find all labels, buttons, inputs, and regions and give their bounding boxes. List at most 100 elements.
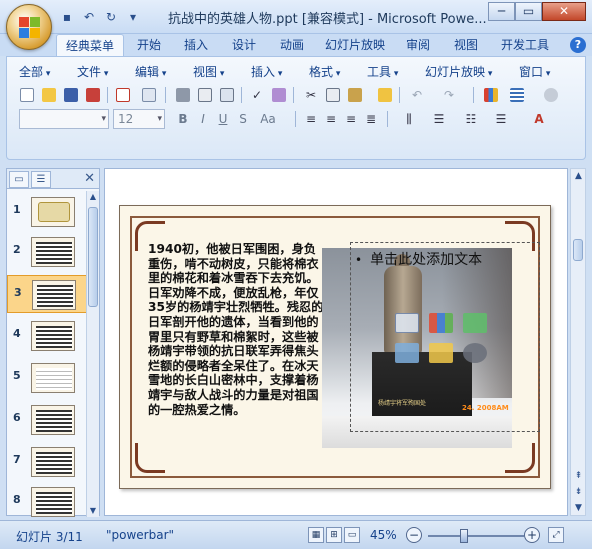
align-center-icon[interactable]: ≡ — [321, 109, 341, 129]
menu-window[interactable]: 窗口 — [519, 63, 550, 80]
bold-button[interactable]: B — [173, 109, 193, 129]
shadow-button[interactable]: S — [233, 109, 253, 129]
slideshow-button[interactable]: ▭ — [344, 527, 360, 543]
close-pane-icon[interactable]: ✕ — [84, 171, 95, 186]
slides-tab-icon[interactable]: ▭ — [9, 171, 29, 188]
copy-format-icon[interactable] — [139, 85, 159, 105]
print-icon[interactable] — [173, 85, 193, 105]
slide-body-text[interactable]: 1940初，他被日军围困，身负重伤，啃不动树皮，只能将棉衣里的棉花和着冰雪吞下去… — [148, 242, 326, 417]
color-grayscale-icon[interactable] — [541, 85, 561, 105]
cut-icon[interactable]: ✂ — [301, 85, 321, 105]
zoom-slider-thumb[interactable] — [460, 529, 469, 543]
align-left-icon[interactable]: ≡ — [301, 109, 321, 129]
change-case-button[interactable]: Aa — [255, 109, 281, 129]
zoom-level[interactable]: 45% — [370, 528, 397, 542]
underline-button[interactable]: U — [213, 109, 233, 129]
scroll-thumb[interactable] — [573, 239, 583, 261]
redo-icon[interactable]: ↷ — [439, 85, 459, 105]
zoom-slider[interactable] — [428, 535, 524, 537]
save-icon[interactable] — [61, 85, 81, 105]
scroll-thumb[interactable] — [88, 207, 98, 307]
menu-view[interactable]: 视图 — [193, 63, 224, 80]
numbering-icon[interactable]: ☰ — [429, 109, 449, 129]
insert-table-icon[interactable] — [507, 85, 527, 105]
insert-table-icon[interactable] — [395, 313, 419, 333]
open-icon[interactable] — [39, 85, 59, 105]
insert-clipart-icon[interactable] — [429, 343, 453, 363]
outline-tab-icon[interactable]: ☰ — [31, 171, 51, 188]
columns-icon[interactable]: ⫼ — [399, 109, 419, 129]
normal-view-button[interactable]: ▦ — [308, 527, 324, 543]
scroll-down-icon[interactable]: ▼ — [572, 503, 585, 513]
menu-tools[interactable]: 工具 — [367, 63, 398, 80]
close-button[interactable]: ✕ — [542, 2, 586, 21]
insert-smartart-icon[interactable] — [463, 313, 487, 333]
insert-media-icon[interactable] — [463, 343, 487, 363]
scroll-up-icon[interactable]: ▲ — [572, 171, 585, 181]
next-slide-icon[interactable]: ⇟ — [572, 487, 585, 497]
insert-chart-icon[interactable] — [481, 85, 501, 105]
email-icon[interactable] — [113, 85, 133, 105]
bullets-icon[interactable]: ☷ — [461, 109, 481, 129]
zoom-out-button[interactable]: − — [406, 527, 422, 543]
office-button[interactable] — [6, 4, 52, 50]
redo-icon[interactable]: ↻ — [102, 8, 120, 26]
tab-developer[interactable]: 开发工具 — [494, 34, 556, 56]
menu-format[interactable]: 格式 — [309, 63, 340, 80]
tab-slideshow[interactable]: 幻灯片放映 — [320, 34, 390, 56]
menu-all[interactable]: 全部 — [19, 63, 50, 80]
thumbnail-slide-2[interactable]: 2 — [7, 233, 87, 271]
customize-qat-icon[interactable]: ▾ — [124, 8, 142, 26]
align-right-icon[interactable]: ≡ — [341, 109, 361, 129]
thumbnail-slide-4[interactable]: 4 — [7, 317, 87, 355]
font-combo[interactable]: ▾ — [19, 109, 109, 129]
new-icon[interactable] — [17, 85, 37, 105]
thumbnail-slide-5[interactable]: 5 — [7, 359, 87, 397]
previous-slide-icon[interactable]: ⇞ — [572, 471, 585, 481]
content-placeholder[interactable]: • 单击此处添加文本 — [350, 242, 540, 432]
tab-insert[interactable]: 插入 — [176, 34, 216, 56]
undo-icon[interactable]: ↶ — [80, 8, 98, 26]
menu-edit[interactable]: 编辑 — [135, 63, 166, 80]
scroll-up-icon[interactable]: ▲ — [87, 191, 99, 203]
copy-icon[interactable] — [323, 85, 343, 105]
print-preview-icon[interactable] — [195, 85, 215, 105]
research-icon[interactable] — [269, 85, 289, 105]
justify-icon[interactable]: ≣ — [361, 109, 381, 129]
thumbnail-slide-1[interactable]: 1 — [7, 193, 87, 231]
thumbnail-slide-6[interactable]: 6 — [7, 401, 87, 439]
thumbnail-scrollbar[interactable]: ▲ ▼ — [86, 191, 99, 517]
line-spacing-icon[interactable]: ☰ — [491, 109, 511, 129]
format-painter-icon[interactable] — [375, 85, 395, 105]
italic-button[interactable]: I — [193, 109, 213, 129]
menu-slideshow[interactable]: 幻灯片放映 — [425, 63, 492, 80]
fit-to-window-icon[interactable]: ⤢ — [548, 527, 564, 543]
menu-insert[interactable]: 插入 — [251, 63, 282, 80]
slide-scrollbar[interactable]: ▲ ⇞ ⇟ ▼ — [570, 168, 586, 516]
slide-icon[interactable] — [217, 85, 237, 105]
permission-icon[interactable] — [83, 85, 103, 105]
undo-icon[interactable]: ↶ — [407, 85, 427, 105]
font-color-icon[interactable]: A — [529, 109, 549, 129]
tab-animation[interactable]: 动画 — [272, 34, 312, 56]
slide-canvas[interactable]: 1940初，他被日军围困，身负重伤，啃不动树皮，只能将棉衣里的棉花和着冰雪吞下去… — [119, 205, 551, 489]
thumbnail-slide-8[interactable]: 8 — [7, 483, 87, 517]
spelling-icon[interactable]: ✓ — [247, 85, 267, 105]
insert-chart-icon[interactable] — [429, 313, 453, 333]
paste-icon[interactable] — [345, 85, 365, 105]
thumbnail-slide-7[interactable]: 7 — [7, 443, 87, 481]
maximize-button[interactable]: ▭ — [515, 2, 542, 21]
menu-file[interactable]: 文件 — [77, 63, 108, 80]
thumbnail-slide-3[interactable]: 3 — [7, 275, 87, 313]
slide-sorter-button[interactable]: ⊞ — [326, 527, 342, 543]
zoom-in-button[interactable]: + — [524, 527, 540, 543]
help-icon[interactable]: ? — [570, 37, 586, 53]
save-icon[interactable]: ▪ — [58, 8, 76, 26]
tab-design[interactable]: 设计 — [224, 34, 264, 56]
insert-picture-icon[interactable] — [395, 343, 419, 363]
font-size-combo[interactable]: 12 ▾ — [113, 109, 165, 129]
scroll-down-icon[interactable]: ▼ — [87, 505, 99, 517]
tab-review[interactable]: 审阅 — [398, 34, 438, 56]
minimize-button[interactable]: ─ — [488, 2, 515, 21]
tab-home[interactable]: 开始 — [130, 34, 168, 56]
